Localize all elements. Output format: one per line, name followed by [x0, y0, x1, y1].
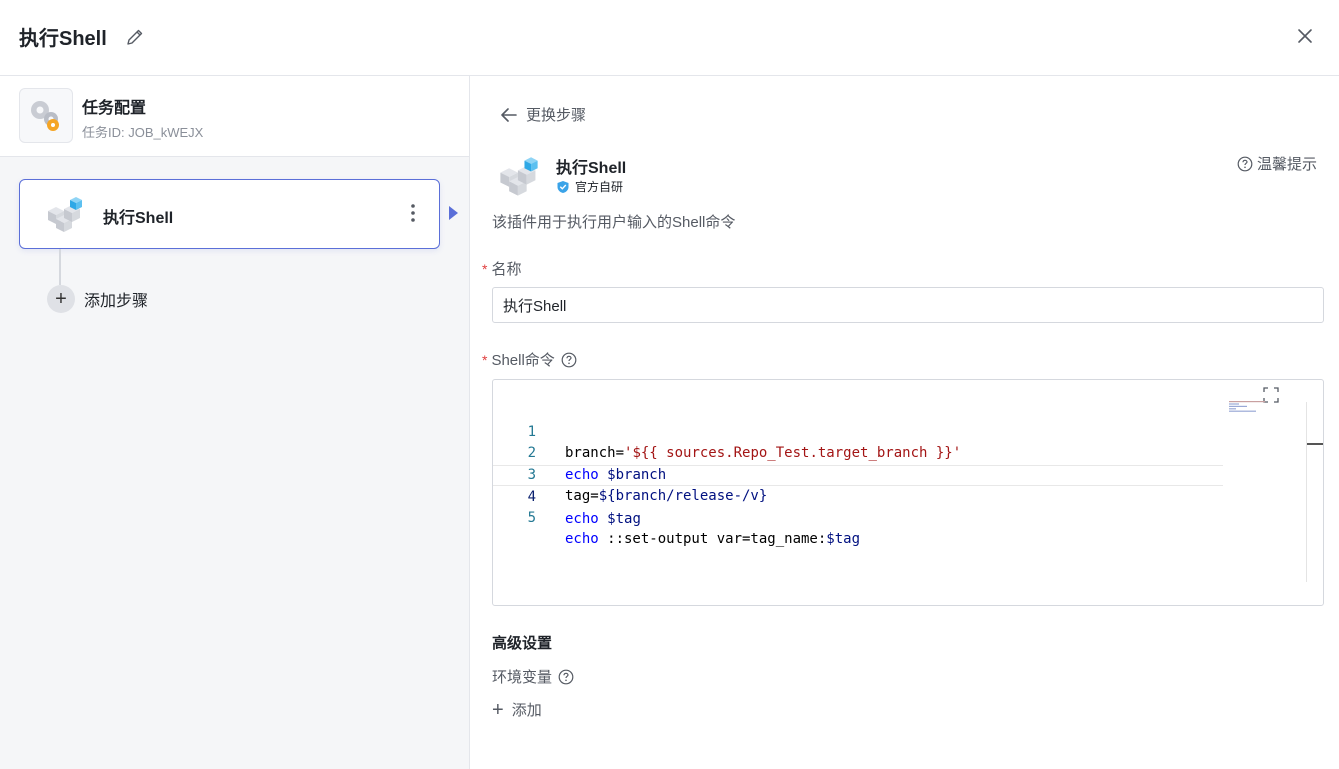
help-circle-icon[interactable]: [558, 669, 574, 685]
scrollbar-thumb[interactable]: [1307, 443, 1323, 445]
change-step-button[interactable]: 更换步骤: [500, 104, 586, 125]
job-config-header[interactable]: 任务配置 任务ID: JOB_kWEJX: [0, 76, 469, 157]
code-line[interactable]: 5 echo ::set-output var=tag_name:$tag: [493, 486, 1223, 548]
tips-label: 温馨提示: [1257, 156, 1318, 173]
required-mark: *: [482, 260, 488, 277]
code-line-text: echo $tag: [565, 510, 641, 527]
add-step-button[interactable]: + 添加步骤: [47, 285, 148, 313]
badge-label: 官方自研: [575, 180, 624, 194]
gears-icon: [19, 88, 73, 143]
cubes-icon: [496, 155, 542, 199]
code-line[interactable]: 2 echo $branch: [493, 422, 1223, 483]
name-field-label: * 名称: [482, 260, 522, 279]
job-name: 任务配置: [82, 100, 147, 117]
code-lines: 1 branch='${{ sources.Repo_Test.target_b…: [493, 400, 1223, 548]
job-id: 任务ID: JOB_kWEJX: [82, 125, 204, 140]
plus-icon: +: [492, 698, 504, 721]
vertical-scrollbar[interactable]: [1306, 402, 1307, 582]
cubes-icon: [44, 195, 86, 235]
env-vars-label: 环境变量: [492, 666, 574, 687]
drawer-header: 执行Shell: [0, 0, 1339, 76]
official-badge: 官方自研: [556, 178, 623, 195]
step-label: 执行Shell: [103, 210, 174, 227]
code-line[interactable]: 3 tag=${branch/release-/v}: [493, 443, 1223, 505]
plus-icon: +: [47, 285, 75, 313]
step-connector: [59, 249, 61, 285]
plugin-name: 执行Shell: [556, 160, 627, 177]
add-env-var-button[interactable]: + 添加: [492, 699, 542, 720]
arrow-left-icon: [501, 107, 517, 122]
shell-code-editor[interactable]: 1 branch='${{ sources.Repo_Test.target_b…: [492, 379, 1324, 606]
selected-arrow-icon: [449, 206, 458, 220]
advanced-settings-title: 高级设置: [492, 635, 553, 652]
plugin-description: 该插件用于执行用户输入的Shell命令: [492, 214, 736, 231]
help-circle-icon: [1237, 156, 1253, 171]
pipeline-panel: 任务配置 任务ID: JOB_kWEJX 执行Shell + 添加步骤: [0, 76, 470, 769]
code-line[interactable]: 1 branch='${{ sources.Repo_Test.target_b…: [493, 400, 1223, 462]
drawer-title: 执行Shell: [19, 28, 107, 50]
step-detail-panel: 更换步骤 执行Shell 官方自研 温馨提示 该插件用于执行用户输入的Shell…: [470, 76, 1339, 769]
help-circle-icon[interactable]: [561, 352, 577, 368]
step-card-shell[interactable]: 执行Shell: [19, 179, 440, 249]
change-step-label: 更换步骤: [526, 107, 587, 124]
close-icon[interactable]: [1295, 26, 1315, 46]
code-line-text: echo ::set-output var=tag_name:$tag: [565, 531, 861, 547]
name-input[interactable]: [492, 287, 1324, 323]
pencil-icon[interactable]: [125, 27, 145, 47]
add-label: 添加: [511, 702, 542, 719]
code-minimap[interactable]: [1229, 400, 1269, 412]
tips-link[interactable]: 温馨提示: [1237, 153, 1317, 174]
shell-field-label: * Shell命令: [482, 349, 577, 370]
more-vertical-icon[interactable]: [403, 201, 423, 225]
verified-shield-icon: [557, 180, 569, 193]
required-mark: *: [482, 351, 488, 368]
code-line-active[interactable]: 4 echo $tag: [493, 464, 1223, 527]
add-step-label: 添加步骤: [84, 293, 149, 310]
